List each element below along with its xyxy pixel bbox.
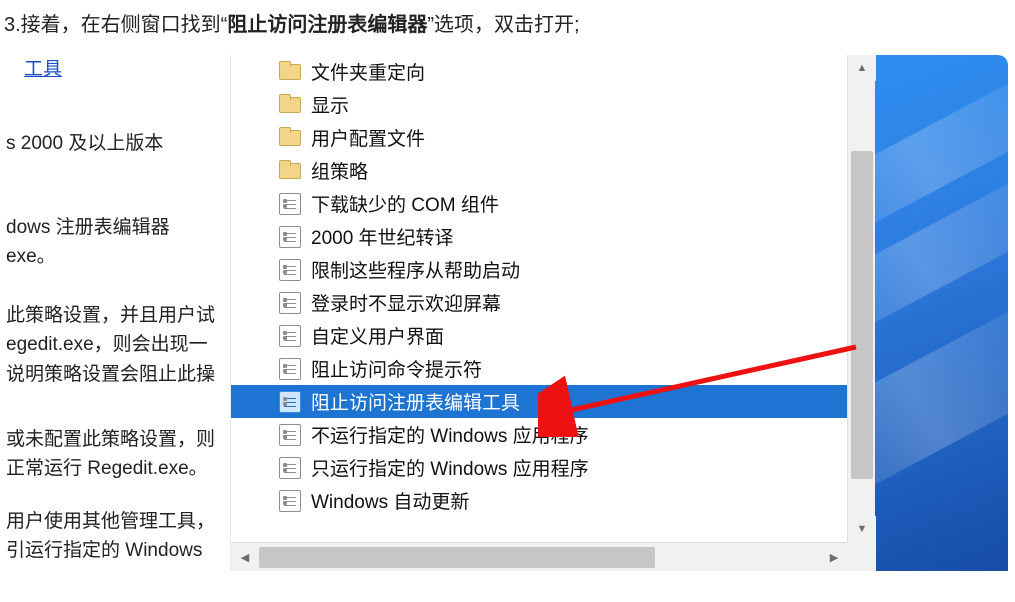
folder-icon: [279, 127, 301, 149]
instruction-suffix: ”选项，双击打开;: [427, 14, 579, 36]
policy-row-label: 用户配置文件: [311, 124, 425, 151]
vertical-scrollbar[interactable]: ▲ ▼: [847, 55, 875, 542]
policy-setting-icon: [279, 193, 301, 215]
screenshot-figure: 工具 s 2000 及以上版本 dows 注册表编辑器 exe。 此策略设置，并…: [0, 55, 1008, 571]
policy-row[interactable]: Windows 自动更新: [231, 484, 848, 517]
policy-setting-icon: [279, 391, 301, 413]
policy-setting-icon: [279, 226, 301, 248]
policy-row-label: 不运行指定的 Windows 应用程序: [311, 421, 589, 448]
description-block-4: 或未配置此策略设置，则 正常运行 Regedit.exe。: [6, 425, 224, 484]
policy-row-label: 组策略: [311, 157, 368, 184]
policy-row[interactable]: 显示: [231, 88, 848, 121]
policy-setting-icon: [279, 259, 301, 281]
chevron-up-icon: ▲: [857, 62, 868, 74]
vertical-scroll-thumb[interactable]: [851, 151, 873, 479]
instruction-prefix: 3.接着，在右侧窗口找到“: [4, 14, 227, 36]
policy-row[interactable]: 组策略: [231, 154, 848, 187]
folder-icon: [279, 61, 301, 83]
horizontal-scroll-thumb[interactable]: [259, 547, 655, 568]
policy-row[interactable]: 2000 年世纪转译: [231, 220, 848, 253]
description-block-3: 此策略设置，并且用户试 egedit.exe，则会出现一 说明策略设置会阻止此操: [6, 301, 224, 389]
horizontal-scrollbar[interactable]: ◀ ▶: [231, 542, 876, 571]
scrollbar-corner: [848, 542, 876, 571]
description-block-5: 用户使用其他管理工具， 引运行指定的 Windows: [6, 507, 224, 566]
scroll-right-button[interactable]: ▶: [820, 543, 848, 571]
policy-row-selected[interactable]: 阻止访问注册表编辑工具: [231, 385, 848, 418]
policy-row[interactable]: 文件夹重定向: [231, 55, 848, 88]
description-block-2: dows 注册表编辑器 exe。: [6, 213, 224, 272]
policy-description-panel: 工具 s 2000 及以上版本 dows 注册表编辑器 exe。 此策略设置，并…: [0, 55, 230, 571]
policy-row[interactable]: 只运行指定的 Windows 应用程序: [231, 451, 848, 484]
description-block-1: s 2000 及以上版本: [6, 129, 224, 158]
description-link[interactable]: 工具: [24, 55, 62, 84]
policy-row[interactable]: 阻止访问命令提示符: [231, 352, 848, 385]
instruction-bold: 阻止访问注册表编辑器: [227, 14, 427, 36]
chevron-down-icon: ▼: [857, 523, 868, 535]
policy-setting-icon: [279, 358, 301, 380]
chevron-left-icon: ◀: [241, 551, 249, 564]
policy-list[interactable]: 文件夹重定向显示用户配置文件组策略下载缺少的 COM 组件 2000 年世纪转译限…: [231, 55, 848, 541]
scroll-left-button[interactable]: ◀: [231, 543, 259, 571]
policy-row[interactable]: 不运行指定的 Windows 应用程序: [231, 418, 848, 451]
scroll-up-button[interactable]: ▲: [848, 55, 876, 81]
policy-row-label: Windows 自动更新: [311, 487, 469, 514]
policy-setting-icon: [279, 424, 301, 446]
policy-row-label: 阻止访问注册表编辑工具: [311, 388, 520, 415]
policy-setting-icon: [279, 490, 301, 512]
policy-row[interactable]: 自定义用户界面: [231, 319, 848, 352]
scroll-down-button[interactable]: ▼: [848, 516, 876, 542]
policy-row-label: 自定义用户界面: [311, 322, 444, 349]
policy-row-label: 下载缺少的 COM 组件: [311, 190, 499, 217]
policy-row-label: 阻止访问命令提示符: [311, 355, 482, 382]
policy-row-label: 文件夹重定向: [311, 58, 425, 85]
policy-row[interactable]: 用户配置文件: [231, 121, 848, 154]
policy-row-label: 限制这些程序从帮助启动: [311, 256, 520, 283]
policy-setting-icon: [279, 457, 301, 479]
policy-row[interactable]: 登录时不显示欢迎屏幕: [231, 286, 848, 319]
chevron-right-icon: ▶: [830, 551, 838, 564]
policy-row[interactable]: 下载缺少的 COM 组件: [231, 187, 848, 220]
folder-icon: [279, 160, 301, 182]
policy-list-window: 文件夹重定向显示用户配置文件组策略下载缺少的 COM 组件 2000 年世纪转译限…: [230, 55, 875, 571]
policy-row[interactable]: 限制这些程序从帮助启动: [231, 253, 848, 286]
policy-row-label: 登录时不显示欢迎屏幕: [311, 289, 501, 316]
policy-setting-icon: [279, 325, 301, 347]
policy-row-label: 显示: [311, 91, 349, 118]
instruction-text: 3.接着，在右侧窗口找到“阻止访问注册表编辑器”选项，双击打开;: [0, 0, 1015, 55]
policy-row-label: 2000 年世纪转译: [311, 223, 454, 250]
policy-setting-icon: [279, 292, 301, 314]
policy-row-label: 只运行指定的 Windows 应用程序: [311, 454, 589, 481]
desktop-background: [868, 55, 1008, 571]
folder-icon: [279, 94, 301, 116]
